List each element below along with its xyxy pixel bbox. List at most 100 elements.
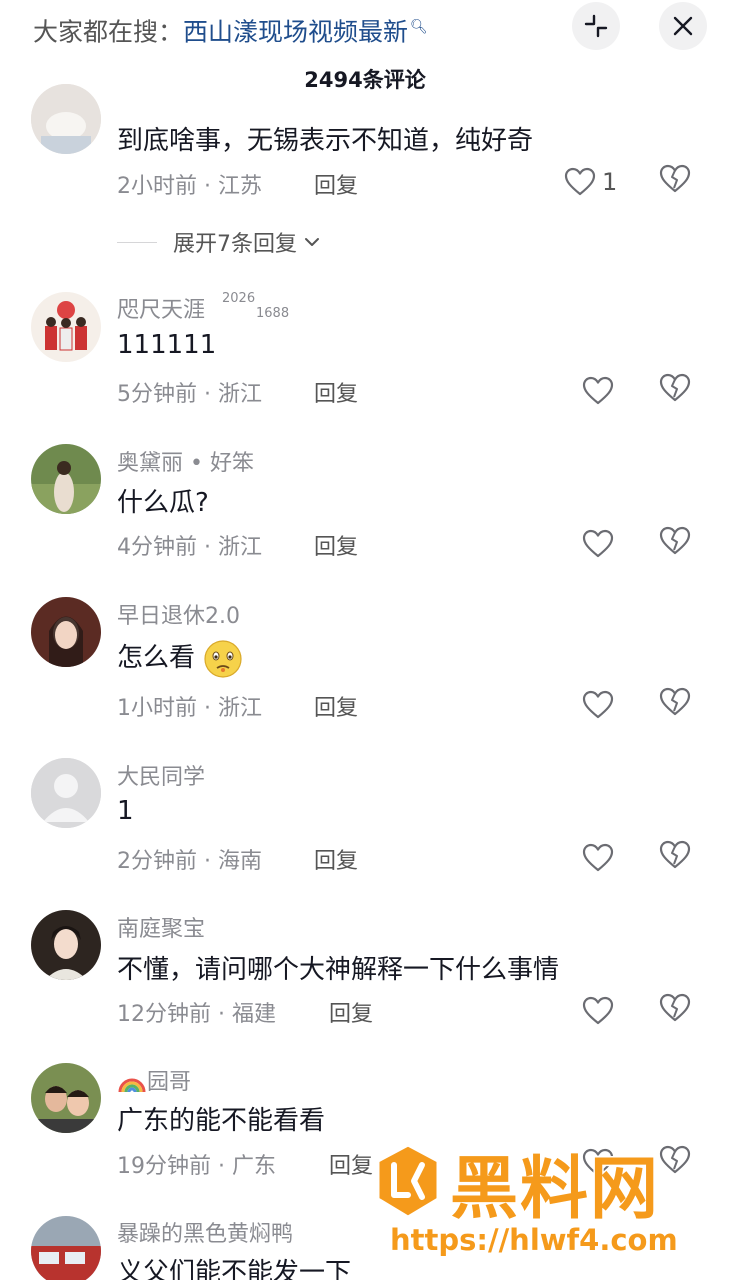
comment-author[interactable]: 园哥 <box>117 1064 191 1096</box>
comment-author[interactable]: 暴躁的黑色黄焖鸭 <box>117 1216 293 1248</box>
comment-text-body: 怎么看 <box>117 643 196 673</box>
dislike-button[interactable] <box>659 687 695 723</box>
search-icon: 🔍︎ <box>410 19 428 35</box>
like-button[interactable] <box>582 840 652 876</box>
comment-meta: 2分钟前 · 海南 <box>117 843 262 875</box>
heart-icon <box>582 843 614 872</box>
comment-time: 2小时前 <box>117 174 197 199</box>
avatar[interactable] <box>31 84 101 154</box>
meta-separator: · <box>197 696 218 721</box>
comment-meta: 1小时前 · 浙江 <box>117 690 262 722</box>
broken-heart-icon <box>659 993 691 1022</box>
watermark-logo-icon <box>376 1143 440 1219</box>
comment-location: 海南 <box>217 849 262 874</box>
reply-button[interactable]: 回复 <box>314 843 358 875</box>
dislike-button[interactable] <box>659 164 695 200</box>
worried-face-emoji <box>204 639 242 678</box>
avatar[interactable] <box>31 1063 101 1133</box>
close-button[interactable] <box>659 2 707 50</box>
comment-text: 111111 <box>117 330 217 360</box>
watermark-url: https://hlwf4.com <box>389 1222 679 1258</box>
comment-text: 什么瓜? <box>117 488 209 518</box>
comment-text: 广东的能不能看看 <box>117 1106 326 1136</box>
comment-location: 浙江 <box>217 382 262 407</box>
avatar[interactable] <box>31 910 101 980</box>
avatar[interactable] <box>31 292 101 362</box>
collapse-button[interactable] <box>572 2 620 50</box>
dislike-button[interactable] <box>659 373 695 409</box>
comment-text: 1 <box>117 796 134 826</box>
comment-meta: 12分钟前 · 福建 <box>117 996 276 1028</box>
meta-separator: · <box>197 535 218 560</box>
comment-time: 1小时前 <box>117 696 197 721</box>
comment-author[interactable]: 南庭聚宝 <box>117 911 205 943</box>
expand-replies-label: 展开7条回复 <box>173 232 297 257</box>
comment-author[interactable]: 大民同学 <box>117 759 205 791</box>
meta-separator: · <box>197 849 218 874</box>
search-suggestion[interactable]: 大家都在搜：西山漾现场视频最新 🔍︎ <box>33 10 428 49</box>
reply-button[interactable]: 回复 <box>329 996 373 1028</box>
avatar[interactable] <box>31 444 101 514</box>
comment-meta: 4分钟前 · 浙江 <box>117 529 262 561</box>
comment-text: 到底啥事，无锡表示不知道，纯好奇 <box>117 126 534 156</box>
chevron-down-icon <box>305 238 319 246</box>
top-bar: 大家都在搜：西山漾现场视频最新 🔍︎ <box>0 0 730 56</box>
dislike-button[interactable] <box>659 993 695 1029</box>
close-icon <box>673 16 693 36</box>
comment-meta: 2小时前 · 江苏 <box>117 168 262 200</box>
reply-button[interactable]: 回复 <box>314 376 358 408</box>
comment-meta: 5分钟前 · 浙江 <box>117 376 262 408</box>
rainbow-icon <box>118 1078 146 1093</box>
reply-button[interactable]: 回复 <box>314 690 358 722</box>
broken-heart-icon <box>659 373 691 402</box>
meta-separator: · <box>197 382 218 407</box>
badge-bottom: 1688 <box>256 306 290 321</box>
watermark-title: 黑料网 <box>448 1149 661 1231</box>
comment-text: 不懂，请问哪个大神解释一下什么事情 <box>117 955 560 985</box>
divider <box>117 241 157 243</box>
comment-location: 浙江 <box>217 535 262 560</box>
comment-author[interactable]: 奥黛丽 • 好笨 <box>117 445 254 477</box>
like-button[interactable] <box>582 526 652 562</box>
meta-separator: · <box>211 1154 232 1179</box>
avatar[interactable] <box>31 1216 101 1280</box>
heart-icon <box>564 167 596 196</box>
like-count: 1 <box>602 168 618 196</box>
comment-time: 2分钟前 <box>117 849 197 874</box>
comment-location: 广东 <box>231 1154 276 1179</box>
collapse-icon <box>584 14 608 38</box>
broken-heart-icon <box>659 164 691 193</box>
expand-replies-button[interactable]: 展开7条回复 <box>117 226 323 258</box>
comment-time: 12分钟前 <box>117 1002 211 1027</box>
avatar[interactable] <box>31 597 101 667</box>
dislike-button[interactable] <box>659 526 695 562</box>
reply-button[interactable]: 回复 <box>329 1148 373 1180</box>
heart-icon <box>582 996 614 1025</box>
comment-location: 江苏 <box>217 174 262 199</box>
reply-button[interactable]: 回复 <box>314 168 358 200</box>
dislike-button[interactable] <box>659 840 695 876</box>
heart-icon <box>582 376 614 405</box>
badge-top: 2026 <box>222 291 256 306</box>
like-button[interactable] <box>582 373 652 409</box>
broken-heart-icon <box>659 840 691 869</box>
like-button[interactable]: 1 <box>564 164 634 200</box>
comment-location: 浙江 <box>217 696 262 721</box>
reply-button[interactable]: 回复 <box>314 529 358 561</box>
like-button[interactable] <box>582 993 652 1029</box>
comment-text: 怎么看 <box>117 637 243 679</box>
comment-meta: 19分钟前 · 广东 <box>117 1148 276 1180</box>
like-button[interactable] <box>582 687 652 723</box>
comment-text: 义父们能不能发一下 <box>117 1258 352 1280</box>
comment-author[interactable]: 早日退休2.0 <box>117 598 240 630</box>
search-suggestion-prefix: 大家都在搜： <box>33 17 184 47</box>
watermark: 黑料网 https://hlwf4.com <box>372 1133 712 1280</box>
comment-location: 福建 <box>231 1002 276 1027</box>
comment-author[interactable]: 咫尺天涯 <box>117 292 205 324</box>
comment-count: 2494条评论 <box>304 68 426 92</box>
meta-separator: · <box>197 174 218 199</box>
meta-separator: · <box>211 1002 232 1027</box>
broken-heart-icon <box>659 526 691 555</box>
search-suggestion-term[interactable]: 西山漾现场视频最新 <box>183 17 408 46</box>
avatar[interactable] <box>31 758 101 828</box>
